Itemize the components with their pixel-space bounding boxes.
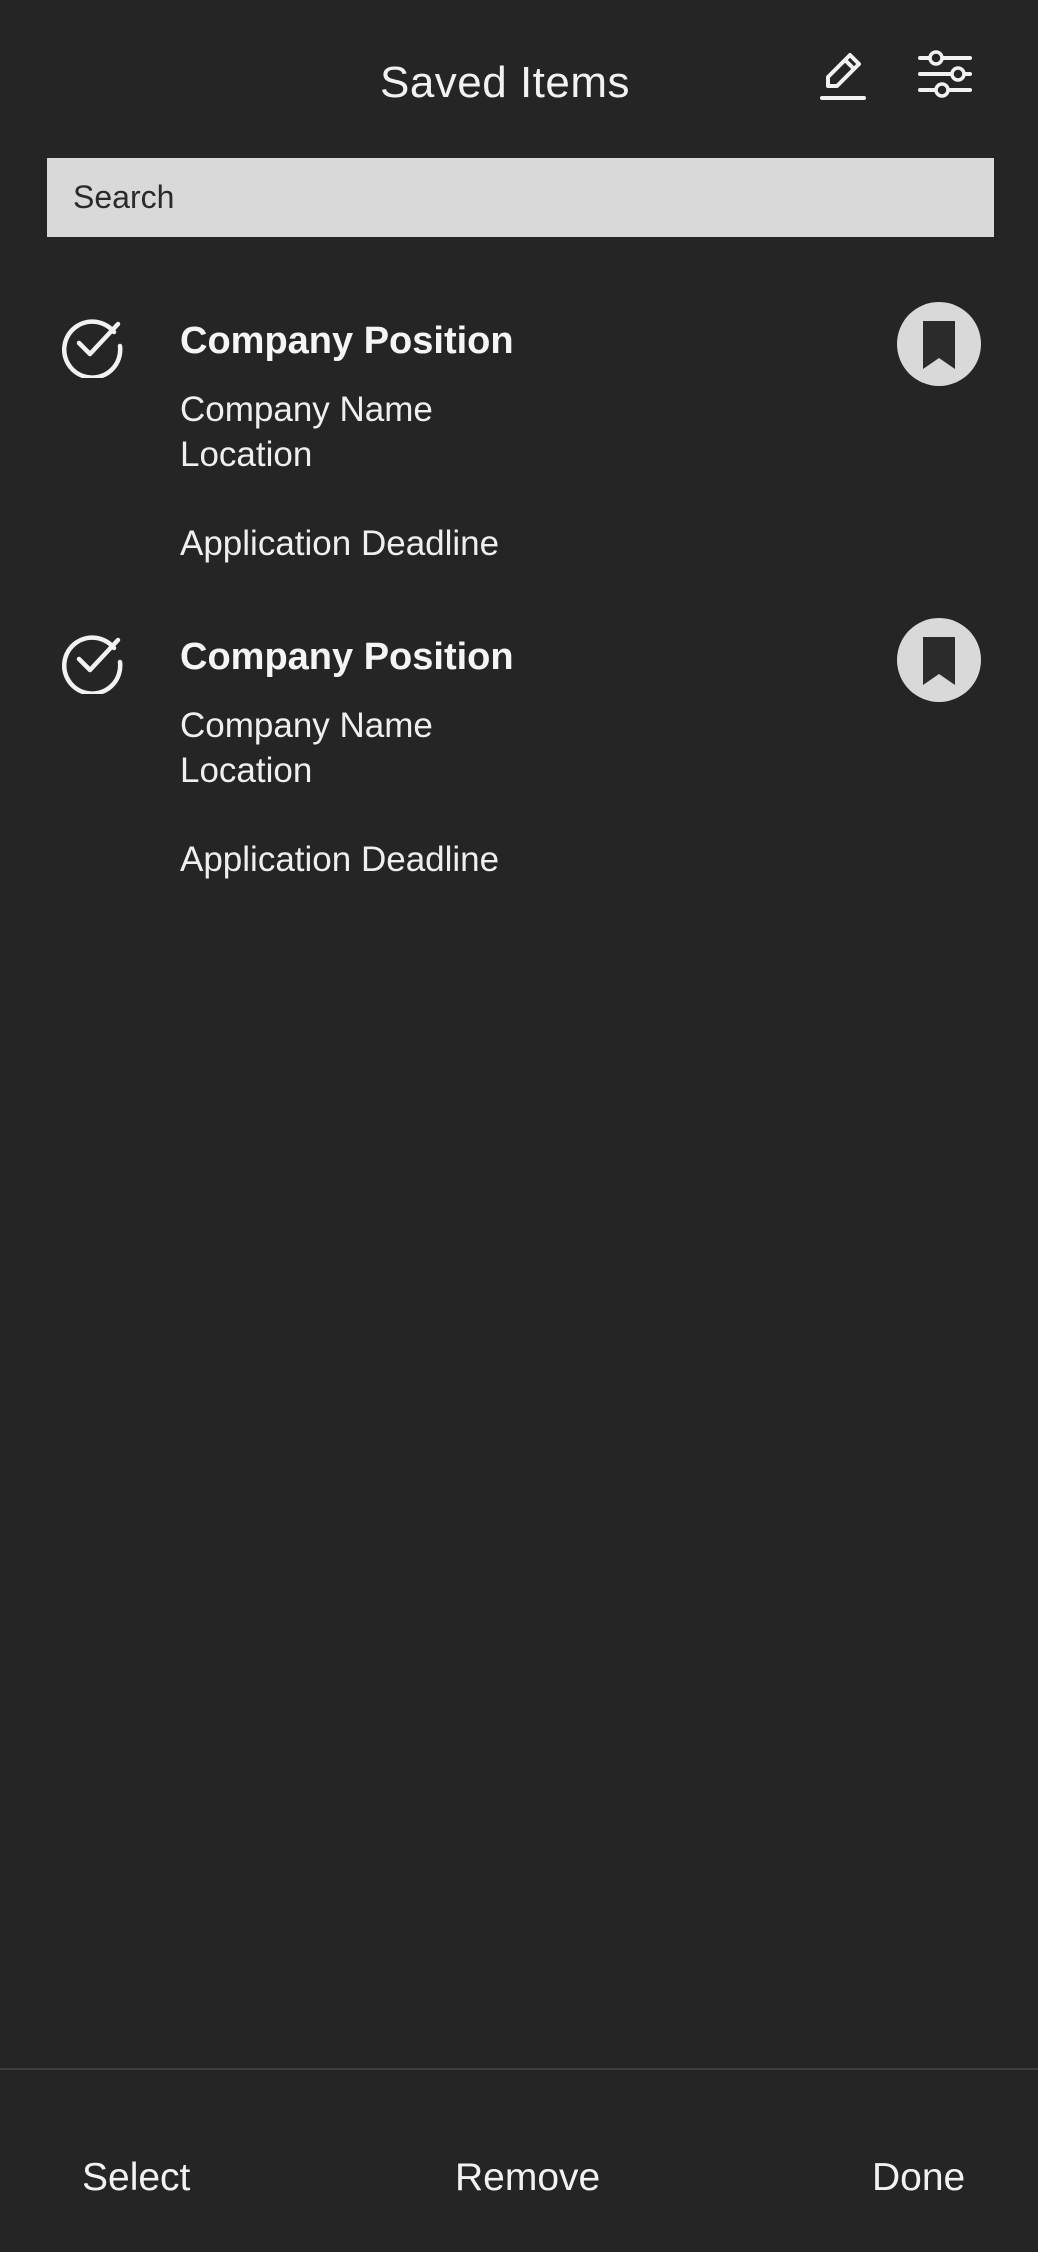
item-position: Company Position (180, 636, 514, 678)
edit-button[interactable] (814, 46, 874, 106)
bookmark-icon (923, 321, 955, 369)
header: Saved Items (0, 0, 1038, 160)
filter-button[interactable] (916, 46, 976, 106)
done-button[interactable]: Done (872, 2156, 965, 2200)
bookmark-button[interactable] (897, 618, 981, 702)
remove-button[interactable]: Remove (455, 2156, 600, 2200)
list-item[interactable]: Company Position Company Name Location A… (0, 302, 1038, 602)
item-location: Location (180, 435, 313, 474)
bookmark-icon (923, 637, 955, 685)
select-checkbox[interactable] (58, 308, 128, 378)
select-button[interactable]: Select (82, 2156, 190, 2200)
check-circle-icon (61, 635, 123, 694)
bookmark-button[interactable] (897, 302, 981, 386)
item-company: Company Name (180, 706, 433, 745)
sliders-icon (918, 50, 972, 98)
list-item[interactable]: Company Position Company Name Location A… (0, 618, 1038, 918)
select-checkbox[interactable] (58, 624, 128, 694)
item-location: Location (180, 751, 313, 790)
item-deadline: Application Deadline (180, 840, 500, 879)
search-input[interactable] (47, 158, 994, 237)
bottom-toolbar: Select Remove Done (0, 2068, 1038, 2252)
check-circle-icon (61, 319, 123, 378)
item-position: Company Position (180, 320, 514, 362)
pencil-icon (820, 53, 866, 100)
item-company: Company Name (180, 390, 433, 429)
item-deadline: Application Deadline (180, 524, 500, 563)
